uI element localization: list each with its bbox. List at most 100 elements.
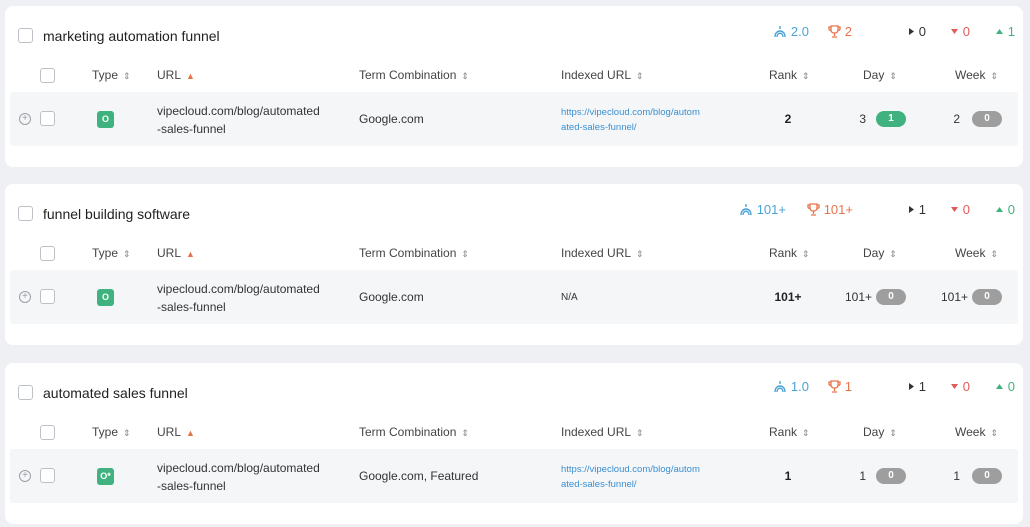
day-value: 101+	[844, 290, 872, 304]
visibility-value: 101+	[756, 202, 786, 217]
week-change-badge: 0	[972, 111, 1002, 127]
table-row[interactable]: + O vipecloud.com/blog/automated -sales-f…	[10, 270, 1018, 324]
select-all-checkbox[interactable]	[40, 68, 55, 83]
declined-stat: 0	[950, 379, 970, 394]
keyword-header: automated sales funnel 1.0 1 1 0 0	[5, 363, 1023, 419]
column-indexed[interactable]: Indexed URL ⇕	[561, 68, 644, 82]
table-row[interactable]: + O vipecloud.com/blog/automated -sales-f…	[10, 92, 1018, 146]
column-rank[interactable]: Rank ⇕	[769, 246, 810, 260]
play-icon	[908, 28, 914, 35]
column-indexed[interactable]: Indexed URL ⇕	[561, 246, 644, 260]
row-checkbox[interactable]	[40, 111, 55, 126]
row-checkbox[interactable]	[40, 289, 55, 304]
sort-icon: ⇕	[990, 249, 999, 259]
column-week[interactable]: Week ⇕	[955, 246, 998, 260]
keyword-card: funnel building software 101+ 101+ 1 0 0	[5, 184, 1023, 345]
column-url[interactable]: URL ▲	[157, 425, 195, 439]
arrow-up-icon	[995, 384, 1003, 389]
sort-icon: ⇕	[802, 249, 810, 259]
improved-value: 0	[1007, 202, 1015, 217]
keyword-header: marketing automation funnel 2.0 2 0 0 1	[5, 6, 1023, 62]
expand-icon[interactable]: +	[19, 113, 31, 125]
sort-icon: ⇕	[990, 428, 999, 438]
organic-type-icon: O	[97, 289, 114, 306]
sort-icon: ⇕	[123, 428, 131, 438]
keyword-card: automated sales funnel 1.0 1 1 0 0 Type …	[5, 363, 1023, 524]
column-url[interactable]: URL ▲	[157, 68, 195, 82]
declined-stat: 0	[950, 24, 970, 39]
row-checkbox[interactable]	[40, 468, 55, 483]
column-rank[interactable]: Rank ⇕	[769, 425, 810, 439]
term-combination: Google.com	[359, 112, 424, 126]
trophy-icon	[807, 203, 820, 216]
arrow-up-icon	[995, 207, 1003, 212]
indexed-url-link[interactable]: https://vipecloud.com/blog/autom ated-sal…	[561, 462, 700, 492]
column-term[interactable]: Term Combination ⇕	[359, 425, 469, 439]
column-day[interactable]: Day ⇕	[863, 68, 897, 82]
column-type[interactable]: Type ⇕	[92, 246, 131, 260]
arrow-down-icon	[950, 29, 958, 34]
visibility-value: 2.0	[790, 24, 809, 39]
trophy-icon	[828, 380, 841, 393]
rank-value: 1	[784, 469, 792, 483]
sort-asc-icon: ▲	[186, 428, 195, 438]
keyword-checkbox[interactable]	[18, 28, 33, 43]
best-rank-value: 2	[844, 24, 852, 39]
week-value: 2	[953, 112, 960, 126]
best-rank-value: 1	[844, 379, 852, 394]
best-rank-stat: 1	[828, 379, 852, 394]
trophy-icon	[828, 25, 841, 38]
indexed-url-text: N/A	[561, 292, 578, 303]
indexed-url-link[interactable]: https://vipecloud.com/blog/autom ated-sal…	[561, 105, 700, 135]
keyword-card: marketing automation funnel 2.0 2 0 0 1	[5, 6, 1023, 167]
sort-icon: ⇕	[636, 249, 644, 259]
expand-icon[interactable]: +	[19, 291, 31, 303]
sort-icon: ⇕	[802, 428, 810, 438]
improved-value: 0	[1007, 379, 1015, 394]
column-day[interactable]: Day ⇕	[863, 425, 897, 439]
day-change-badge: 1	[876, 111, 906, 127]
day-change-badge: 0	[876, 289, 906, 305]
rank-value: 2	[784, 112, 792, 126]
column-rank[interactable]: Rank ⇕	[769, 68, 810, 82]
unchanged-stat: 1	[908, 202, 926, 217]
select-all-checkbox[interactable]	[40, 246, 55, 261]
keyword-header: funnel building software 101+ 101+ 1 0 0	[5, 184, 1023, 240]
column-type[interactable]: Type ⇕	[92, 68, 131, 82]
column-day[interactable]: Day ⇕	[863, 246, 897, 260]
rank-value: 101+	[774, 290, 802, 304]
column-term[interactable]: Term Combination ⇕	[359, 68, 469, 82]
visibility-value: 1.0	[790, 379, 809, 394]
column-type[interactable]: Type ⇕	[92, 425, 131, 439]
sort-icon: ⇕	[461, 71, 469, 81]
declined-value: 0	[962, 379, 970, 394]
select-all-checkbox[interactable]	[40, 425, 55, 440]
improved-stat: 0	[995, 379, 1015, 394]
best-rank-value: 101+	[823, 202, 853, 217]
visibility-stat: 2.0	[773, 24, 809, 39]
column-indexed[interactable]: Indexed URL ⇕	[561, 425, 644, 439]
keyword-checkbox[interactable]	[18, 385, 33, 400]
sort-icon: ⇕	[889, 249, 897, 259]
column-url[interactable]: URL ▲	[157, 246, 195, 260]
url-text: vipecloud.com/blog/automated -sales-funne…	[157, 104, 320, 136]
week-value: 101+	[940, 290, 968, 304]
improved-value: 1	[1007, 24, 1015, 39]
declined-stat: 0	[950, 202, 970, 217]
visibility-icon	[740, 204, 752, 216]
sort-asc-icon: ▲	[186, 249, 195, 259]
improved-stat: 0	[995, 202, 1015, 217]
column-term[interactable]: Term Combination ⇕	[359, 246, 469, 260]
keyword-checkbox[interactable]	[18, 206, 33, 221]
table-row[interactable]: + O* vipecloud.com/blog/automated -sales-…	[10, 449, 1018, 503]
column-week[interactable]: Week ⇕	[955, 68, 998, 82]
sort-icon: ⇕	[123, 71, 131, 81]
visibility-stat: 101+	[739, 202, 786, 217]
unchanged-stat: 0	[908, 24, 926, 39]
arrow-down-icon	[950, 207, 958, 212]
column-week[interactable]: Week ⇕	[955, 425, 998, 439]
table-header: Type ⇕ URL ▲ Term Combination ⇕ Indexed URL…	[5, 64, 1023, 86]
arrow-up-icon	[995, 29, 1003, 34]
expand-icon[interactable]: +	[19, 470, 31, 482]
sort-icon: ⇕	[889, 428, 897, 438]
